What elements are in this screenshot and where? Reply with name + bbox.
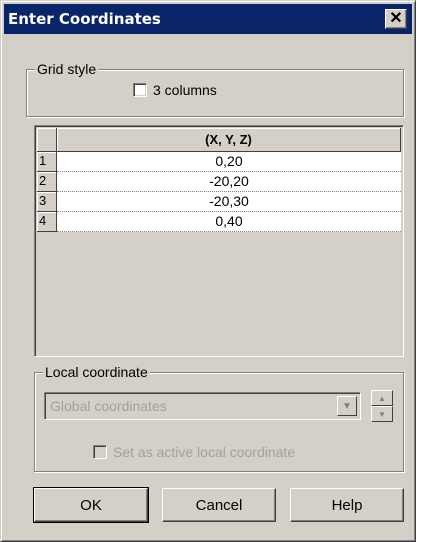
table-row[interactable]: 1 0,20 xyxy=(37,152,401,172)
three-columns-label: 3 columns xyxy=(153,82,217,98)
close-icon: ✕ xyxy=(389,10,403,27)
spin-up-button[interactable]: ▲ xyxy=(371,390,393,406)
table-row[interactable]: 3 -20,30 xyxy=(37,192,401,212)
enter-coordinates-dialog: Enter Coordinates ✕ Grid style 3 columns… xyxy=(0,0,416,542)
row-header[interactable]: 4 xyxy=(37,212,57,232)
title-bar[interactable]: Enter Coordinates ✕ xyxy=(4,4,412,34)
grid-style-legend: Grid style xyxy=(35,61,99,77)
ok-button[interactable]: OK xyxy=(33,487,149,523)
coordinate-cell[interactable]: -20,20 xyxy=(57,172,401,192)
grid-style-group: Grid style 3 columns xyxy=(26,61,404,117)
table-row[interactable]: 2 -20,20 xyxy=(37,172,401,192)
chevron-down-icon: ▼ xyxy=(342,400,352,412)
arrow-down-icon: ▼ xyxy=(378,409,386,419)
dialog-title: Enter Coordinates xyxy=(8,10,161,28)
set-active-option[interactable]: Set as active local coordinate xyxy=(93,444,295,460)
coordinate-cell[interactable]: -20,30 xyxy=(57,192,401,212)
close-button[interactable]: ✕ xyxy=(385,9,407,29)
spin-down-button[interactable]: ▼ xyxy=(371,406,393,422)
row-header[interactable]: 3 xyxy=(37,192,57,212)
coordinate-cell[interactable]: 0,40 xyxy=(57,212,401,232)
local-coordinate-spinner[interactable]: ▲ ▼ xyxy=(371,390,393,422)
three-columns-option[interactable]: 3 columns xyxy=(133,82,217,98)
three-columns-checkbox[interactable] xyxy=(133,83,147,97)
coordinates-grid[interactable]: (X, Y, Z) 1 0,20 2 -20,20 3 -20,30 4 0,4… xyxy=(34,125,404,357)
local-coordinate-group: Local coordinate Set as active local coo… xyxy=(34,364,404,472)
row-header[interactable]: 2 xyxy=(37,172,57,192)
local-coordinate-value: Global coordinates xyxy=(50,398,167,414)
row-header[interactable]: 1 xyxy=(37,152,57,172)
column-header-xyz[interactable]: (X, Y, Z) xyxy=(57,128,401,152)
grid-corner-cell[interactable] xyxy=(37,128,57,152)
coordinate-cell[interactable]: 0,20 xyxy=(57,152,401,172)
help-button[interactable]: Help xyxy=(290,488,404,522)
set-active-label: Set as active local coordinate xyxy=(113,444,296,460)
arrow-up-icon: ▲ xyxy=(378,393,386,403)
grid-header: (X, Y, Z) xyxy=(37,128,401,152)
local-coordinate-select[interactable]: Global coordinates ▼ xyxy=(44,392,361,420)
grid-rows: 1 0,20 2 -20,20 3 -20,30 4 0,40 xyxy=(37,152,401,232)
cancel-button[interactable]: Cancel xyxy=(162,488,276,522)
table-row[interactable]: 4 0,40 xyxy=(37,212,401,232)
local-coordinate-legend: Local coordinate xyxy=(43,364,150,380)
dropdown-button[interactable]: ▼ xyxy=(337,396,357,416)
set-active-checkbox[interactable] xyxy=(93,445,107,459)
